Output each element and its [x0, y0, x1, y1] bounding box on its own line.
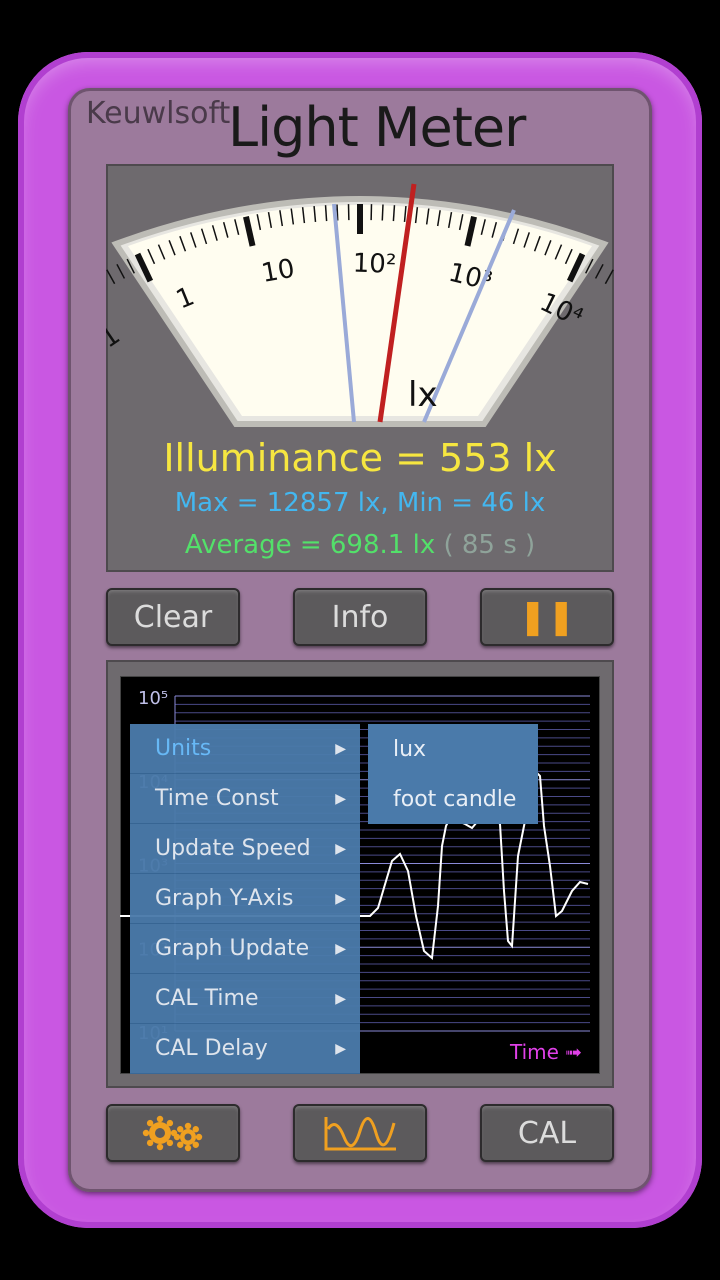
gear-tooth	[173, 1133, 181, 1141]
meter-minor-tick	[392, 205, 396, 222]
submenu-arrow-icon: ▶	[335, 890, 346, 907]
average-duration: ( 85 s )	[443, 530, 536, 560]
menu-item-cal-delay[interactable]: CAL Delay ▶	[130, 1024, 360, 1074]
gear-tooth	[142, 1129, 150, 1137]
meter-scale-label: 10	[259, 254, 297, 289]
submenu-arrow-icon: ▶	[335, 990, 346, 1007]
meter-minor-tick	[106, 269, 116, 285]
illuminance-readout: Illuminance = 553 lx	[163, 436, 557, 480]
submenu-arrow-icon: ▶	[335, 940, 346, 957]
submenu-arrow-icon: ▶	[335, 740, 346, 757]
menu-item-label: CAL Time	[155, 986, 259, 1011]
submenu-item-foot-candle[interactable]: foot candle	[368, 774, 538, 824]
brand-name: Keuwlsoft	[86, 96, 231, 131]
menu-item-units[interactable]: Units ▶	[130, 724, 360, 774]
submenu-arrow-icon: ▶	[335, 1040, 346, 1057]
settings-menu: Units ▶ Time Const ▶ Update Speed ▶ Graph Y-Ax…	[130, 724, 360, 1074]
submenu-item-lux[interactable]: lux	[368, 724, 538, 774]
analog-meter: 0.111010²10³10⁴10⁵ lx	[106, 183, 614, 427]
gears-icon	[142, 1115, 203, 1152]
meter-unit: lx	[408, 375, 438, 415]
time-axis-label: Time ➟	[510, 1040, 583, 1064]
submenu-arrow-icon: ▶	[335, 790, 346, 807]
menu-item-label: CAL Delay	[155, 1036, 268, 1061]
pause-icon: ❚❚	[518, 597, 576, 637]
menu-item-label: Time Const	[155, 786, 279, 811]
pause-button[interactable]: ❚❚	[480, 588, 614, 646]
menu-item-update-speed[interactable]: Update Speed ▶	[130, 824, 360, 874]
cal-button[interactable]: CAL	[480, 1104, 614, 1162]
average-readout: Average = 698.1 lx ( 85 s )	[106, 530, 614, 560]
clear-button[interactable]: Clear	[106, 588, 240, 646]
submenu-arrow-icon: ▶	[335, 840, 346, 857]
graph-button[interactable]	[293, 1104, 427, 1162]
menu-item-graph-update[interactable]: Graph Update ▶	[130, 924, 360, 974]
gear-tooth	[195, 1133, 203, 1141]
gear-tooth	[166, 1119, 174, 1127]
graph-y-label: 10⁵	[138, 688, 168, 709]
meter-scale-label: 10²	[352, 249, 396, 280]
meter-minor-tick	[324, 205, 328, 222]
app-title: Light Meter	[228, 96, 526, 159]
gear-tooth	[156, 1115, 164, 1123]
settings-button[interactable]	[106, 1104, 240, 1162]
gear-tooth	[146, 1119, 154, 1127]
menu-item-time-const[interactable]: Time Const ▶	[130, 774, 360, 824]
menu-item-label: Graph Y-Axis	[155, 886, 294, 911]
max-min-readout: Max = 12857 lx, Min = 46 lx	[174, 488, 546, 518]
average-value: Average = 698.1 lx	[184, 530, 436, 560]
menu-item-label: Units	[155, 736, 212, 761]
meter-minor-tick	[594, 263, 604, 279]
meter-minor-tick	[116, 263, 126, 279]
graph-icon	[324, 1117, 396, 1151]
gear-tooth	[156, 1143, 164, 1151]
menu-item-cal-time[interactable]: CAL Time ▶	[130, 974, 360, 1024]
meter-minor-tick	[604, 269, 614, 285]
gear-tooth	[146, 1139, 154, 1147]
menu-item-label: Update Speed	[155, 836, 311, 861]
gear-tooth	[184, 1122, 192, 1130]
meter-scale-label: 0.1	[106, 320, 126, 368]
menu-item-graph-y-axis[interactable]: Graph Y-Axis ▶	[130, 874, 360, 924]
info-button[interactable]: Info	[293, 588, 427, 646]
gear-tooth	[184, 1144, 192, 1152]
units-submenu: lux foot candle	[368, 724, 538, 824]
gear-tooth	[166, 1139, 174, 1147]
menu-item-label: Graph Update	[155, 936, 310, 961]
meter-minor-tick	[381, 204, 384, 221]
